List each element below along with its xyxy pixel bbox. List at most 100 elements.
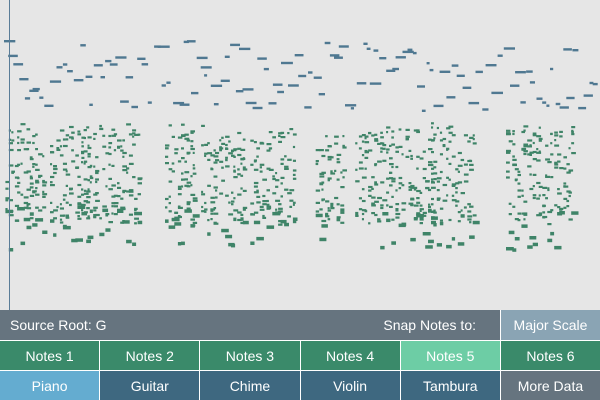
note-mark bbox=[253, 220, 261, 225]
note-mark bbox=[559, 135, 563, 138]
note-mark bbox=[545, 174, 548, 177]
note-mark bbox=[416, 189, 421, 193]
notes-6-button[interactable]: Notes 6 bbox=[500, 341, 600, 370]
note-mark bbox=[439, 207, 444, 210]
violin-button[interactable]: Violin bbox=[300, 371, 400, 400]
note-mark bbox=[321, 224, 328, 228]
note-mark bbox=[85, 75, 93, 78]
note-mark bbox=[128, 162, 134, 165]
note-mark bbox=[284, 188, 289, 191]
note-mark bbox=[547, 238, 553, 243]
note-mark bbox=[292, 221, 297, 224]
note-mark bbox=[555, 102, 561, 106]
note-mark bbox=[272, 192, 277, 195]
note-mark bbox=[463, 134, 468, 137]
note-mark bbox=[219, 147, 224, 150]
note-mark bbox=[93, 137, 96, 140]
piano-button[interactable]: Piano bbox=[0, 371, 100, 400]
note-mark bbox=[334, 142, 339, 145]
note-mark bbox=[542, 204, 545, 207]
piano-roll-canvas[interactable] bbox=[0, 0, 600, 310]
note-mark bbox=[134, 222, 137, 225]
note-mark bbox=[419, 191, 423, 194]
note-mark bbox=[340, 171, 343, 174]
note-mark bbox=[568, 194, 571, 198]
note-mark bbox=[50, 181, 53, 184]
note-mark bbox=[257, 57, 267, 60]
notes-1-button[interactable]: Notes 1 bbox=[0, 341, 100, 370]
note-mark bbox=[32, 87, 40, 91]
more-data-button[interactable]: More Data bbox=[500, 371, 600, 400]
note-mark bbox=[86, 217, 91, 220]
note-mark bbox=[402, 50, 414, 54]
note-mark bbox=[330, 205, 334, 208]
note-mark bbox=[242, 88, 254, 91]
note-mark bbox=[219, 139, 222, 142]
note-mark bbox=[491, 91, 503, 95]
note-mark bbox=[287, 215, 291, 218]
notes-2-button[interactable]: Notes 2 bbox=[100, 341, 200, 370]
note-mark bbox=[272, 136, 276, 139]
note-mark bbox=[87, 179, 90, 182]
note-mark bbox=[389, 184, 393, 187]
note-mark bbox=[550, 142, 553, 145]
notes-5-button[interactable]: Notes 5 bbox=[400, 341, 500, 370]
notes-3-button[interactable]: Notes 3 bbox=[200, 341, 300, 370]
note-mark bbox=[292, 217, 298, 221]
snap-notes-label: Snap Notes to: bbox=[383, 317, 476, 333]
note-mark bbox=[32, 165, 35, 168]
note-mark bbox=[371, 134, 375, 137]
note-mark bbox=[566, 163, 570, 166]
note-mark bbox=[512, 130, 515, 133]
note-mark bbox=[512, 155, 515, 158]
note-mark bbox=[455, 168, 459, 171]
note-mark bbox=[315, 162, 319, 166]
note-mark bbox=[410, 154, 413, 158]
note-mark bbox=[433, 104, 444, 108]
note-mark bbox=[20, 241, 26, 246]
playhead-line[interactable] bbox=[9, 0, 10, 310]
note-mark bbox=[355, 180, 360, 183]
note-mark bbox=[292, 201, 296, 204]
note-mark bbox=[334, 196, 339, 200]
guitar-button[interactable]: Guitar bbox=[100, 371, 200, 400]
note-mark bbox=[137, 193, 141, 196]
note-mark bbox=[225, 156, 228, 159]
note-mark bbox=[213, 207, 217, 210]
note-mark bbox=[433, 172, 438, 175]
note-mark bbox=[280, 195, 283, 198]
note-mark bbox=[14, 219, 19, 222]
notes-4-button[interactable]: Notes 4 bbox=[300, 341, 400, 370]
note-mark bbox=[278, 223, 283, 226]
note-mark bbox=[26, 207, 32, 210]
note-mark bbox=[89, 164, 93, 167]
note-mark bbox=[457, 220, 461, 223]
note-mark bbox=[368, 149, 373, 152]
note-mark bbox=[137, 212, 141, 215]
note-mark bbox=[327, 207, 330, 210]
note-mark bbox=[529, 173, 532, 176]
note-mark bbox=[364, 141, 370, 144]
note-mark bbox=[196, 56, 208, 60]
note-mark bbox=[421, 109, 426, 112]
note-mark bbox=[165, 162, 169, 165]
note-mark bbox=[186, 203, 191, 206]
note-mark bbox=[428, 148, 433, 151]
note-mark bbox=[280, 162, 284, 165]
note-mark bbox=[35, 193, 40, 196]
note-mark bbox=[190, 193, 196, 196]
note-mark bbox=[389, 163, 394, 166]
major-scale-button[interactable]: Major Scale bbox=[501, 310, 600, 340]
note-mark bbox=[177, 193, 182, 196]
note-mark bbox=[436, 177, 442, 180]
note-mark bbox=[75, 238, 83, 242]
note-mark bbox=[111, 164, 115, 167]
chime-button[interactable]: Chime bbox=[200, 371, 300, 400]
note-mark bbox=[472, 138, 475, 141]
note-mark bbox=[380, 136, 384, 139]
note-mark bbox=[557, 153, 562, 156]
note-mark bbox=[256, 155, 259, 158]
note-mark bbox=[446, 244, 452, 249]
note-mark bbox=[380, 150, 383, 153]
tambura-button[interactable]: Tambura bbox=[400, 371, 500, 400]
